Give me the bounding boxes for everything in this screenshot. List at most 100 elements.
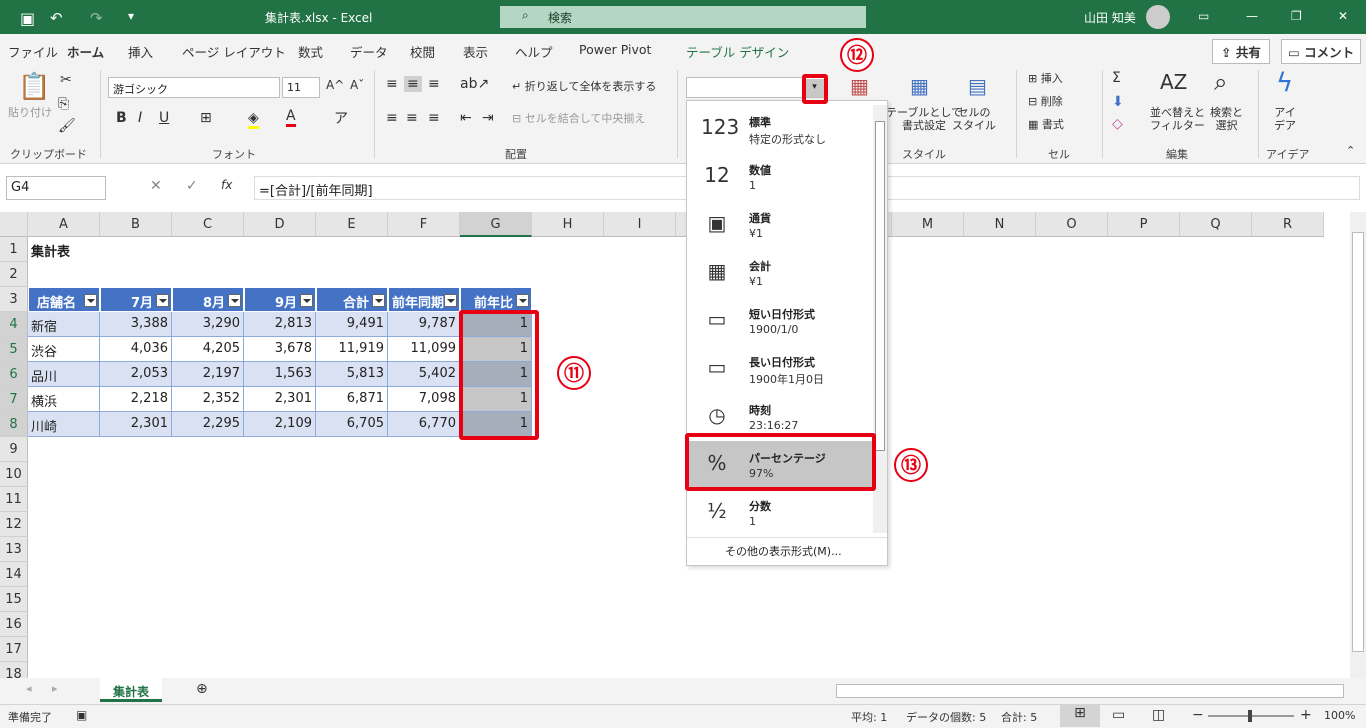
table-cell[interactable]: 6,770 (388, 412, 460, 437)
format-as-table-button[interactable]: テーブルとして 書式設定 (886, 106, 962, 132)
column-header-I[interactable]: I (604, 212, 676, 237)
format-painter-icon[interactable]: 🖌 (58, 118, 76, 134)
filter-button[interactable] (372, 294, 385, 307)
align-middle-icon[interactable]: ≡ (404, 76, 422, 92)
find-select-button[interactable]: 検索と 選択 (1210, 106, 1243, 132)
tab-insert[interactable]: 挿入 (128, 42, 153, 61)
ideas-button[interactable]: アイ デア (1274, 106, 1296, 132)
merge-center-button[interactable]: ⊟ セルを結合して中央揃え (512, 112, 645, 125)
sort-filter-button[interactable]: 並べ替えと フィルター (1150, 106, 1205, 132)
row-header-6[interactable]: 6 (0, 362, 28, 387)
align-right-icon[interactable]: ≡ (428, 110, 440, 126)
column-header-R[interactable]: R (1252, 212, 1324, 237)
row-header-1[interactable]: 1 (0, 237, 28, 262)
column-header-G[interactable]: G (460, 212, 532, 237)
conditional-format-icon[interactable]: ▦ (850, 74, 869, 98)
column-header-B[interactable]: B (100, 212, 172, 237)
table-cell[interactable]: 11,919 (316, 337, 388, 362)
column-header-F[interactable]: F (388, 212, 460, 237)
next-sheet-icon[interactable]: ▸ (52, 682, 58, 695)
scroll-thumb[interactable] (1352, 232, 1364, 652)
cancel-icon[interactable]: ✕ (150, 178, 162, 194)
table-cell[interactable]: 4,036 (100, 337, 172, 362)
save-icon[interactable]: ▣ (20, 9, 35, 28)
table-header-cell[interactable]: 8月 (172, 287, 244, 312)
align-left-icon[interactable]: ≡ (386, 110, 398, 126)
cut-icon[interactable]: ✂ (60, 72, 72, 88)
table-cell[interactable]: 2,197 (172, 362, 244, 387)
table-cell[interactable]: 横浜 (28, 387, 100, 412)
row-header-14[interactable]: 14 (0, 562, 28, 587)
sort-filter-icon[interactable]: AZ (1160, 70, 1187, 94)
column-header-M[interactable]: M (892, 212, 964, 237)
ribbon-display-icon[interactable]: ▭ (1198, 9, 1209, 23)
select-all-corner[interactable] (0, 212, 28, 237)
column-header-O[interactable]: O (1036, 212, 1108, 237)
zoom-out-icon[interactable]: − (1192, 707, 1204, 723)
share-button[interactable]: ⇪ 共有 (1212, 39, 1270, 64)
format-item-0[interactable]: 123 標準 特定の形式なし (687, 105, 873, 153)
table-cell[interactable]: 11,099 (388, 337, 460, 362)
table-cell[interactable]: 3,678 (244, 337, 316, 362)
new-sheet-icon[interactable]: ⊕ (196, 681, 208, 697)
underline-button[interactable]: U (159, 110, 169, 126)
table-cell[interactable]: 1,563 (244, 362, 316, 387)
zoom-in-icon[interactable]: + (1300, 707, 1312, 723)
table-cell[interactable]: 新宿 (28, 312, 100, 337)
filter-button[interactable] (444, 294, 457, 307)
table-cell[interactable]: 2,352 (172, 387, 244, 412)
row-header-4[interactable]: 4 (0, 312, 28, 337)
row-header-15[interactable]: 15 (0, 587, 28, 612)
format-item-1[interactable]: 12 数値 1 (687, 153, 873, 201)
font-grow-icon[interactable]: A^ (326, 78, 344, 92)
cell-style-button[interactable]: セルの スタイル (952, 106, 996, 132)
indent-decrease-icon[interactable]: ⇤ (460, 110, 472, 126)
format-item-2[interactable]: ▣ 通貨 ¥1 (687, 201, 873, 249)
format-item-5[interactable]: ▭ 長い日付形式 1900年1月0日 (687, 345, 873, 393)
avatar[interactable] (1146, 5, 1170, 29)
sheet-tab-active[interactable]: 集計表 (100, 678, 162, 702)
autosum-icon[interactable]: Σ (1112, 70, 1121, 86)
table-cell[interactable]: 4,205 (172, 337, 244, 362)
filter-button[interactable] (156, 294, 169, 307)
table-cell[interactable]: 3,290 (172, 312, 244, 337)
page-layout-icon[interactable]: ▭ (1112, 707, 1125, 723)
table-header-cell[interactable]: 前年同期 (388, 287, 460, 312)
tab-home[interactable]: ホーム (67, 42, 105, 66)
table-cell[interactable]: 2,813 (244, 312, 316, 337)
row-header-17[interactable]: 17 (0, 637, 28, 662)
table-cell[interactable]: 品川 (28, 362, 100, 387)
row-header-5[interactable]: 5 (0, 337, 28, 362)
italic-button[interactable]: I (138, 110, 142, 126)
table-cell[interactable]: 2,218 (100, 387, 172, 412)
tab-file[interactable]: ファイル (8, 42, 58, 61)
align-top-icon[interactable]: ≡ (386, 76, 398, 92)
table-cell[interactable]: 渋谷 (28, 337, 100, 362)
row-header-3[interactable]: 3 (0, 287, 28, 312)
name-box[interactable]: G4 (6, 176, 106, 200)
table-cell[interactable]: 9,787 (388, 312, 460, 337)
filter-button[interactable] (84, 294, 97, 307)
font-color-icon[interactable]: A (286, 108, 296, 127)
column-header-Q[interactable]: Q (1180, 212, 1252, 237)
vertical-scrollbar[interactable] (1350, 212, 1366, 678)
table-cell[interactable]: 7,098 (388, 387, 460, 412)
filter-button[interactable] (300, 294, 313, 307)
delete-cells-button[interactable]: ⊟ 削除 (1028, 95, 1063, 108)
column-header-C[interactable]: C (172, 212, 244, 237)
tab-formulas[interactable]: 数式 (298, 42, 323, 61)
comment-button[interactable]: ▭ コメント (1281, 39, 1362, 64)
row-header-13[interactable]: 13 (0, 537, 28, 562)
minimize-icon[interactable]: — (1246, 9, 1258, 23)
row-header-12[interactable]: 12 (0, 512, 28, 537)
table-cell[interactable]: 2,295 (172, 412, 244, 437)
table-header-cell[interactable]: 合計 (316, 287, 388, 312)
zoom-slider[interactable] (1208, 710, 1294, 722)
column-header-E[interactable]: E (316, 212, 388, 237)
copy-icon[interactable]: ⎘ (58, 96, 69, 112)
paste-button[interactable]: 貼り付け (8, 106, 52, 119)
row-header-9[interactable]: 9 (0, 437, 28, 462)
ideas-icon[interactable]: ϟ (1276, 68, 1293, 98)
table-header-cell[interactable]: 7月 (100, 287, 172, 312)
table-header-cell[interactable]: 店舗名 (28, 287, 100, 312)
